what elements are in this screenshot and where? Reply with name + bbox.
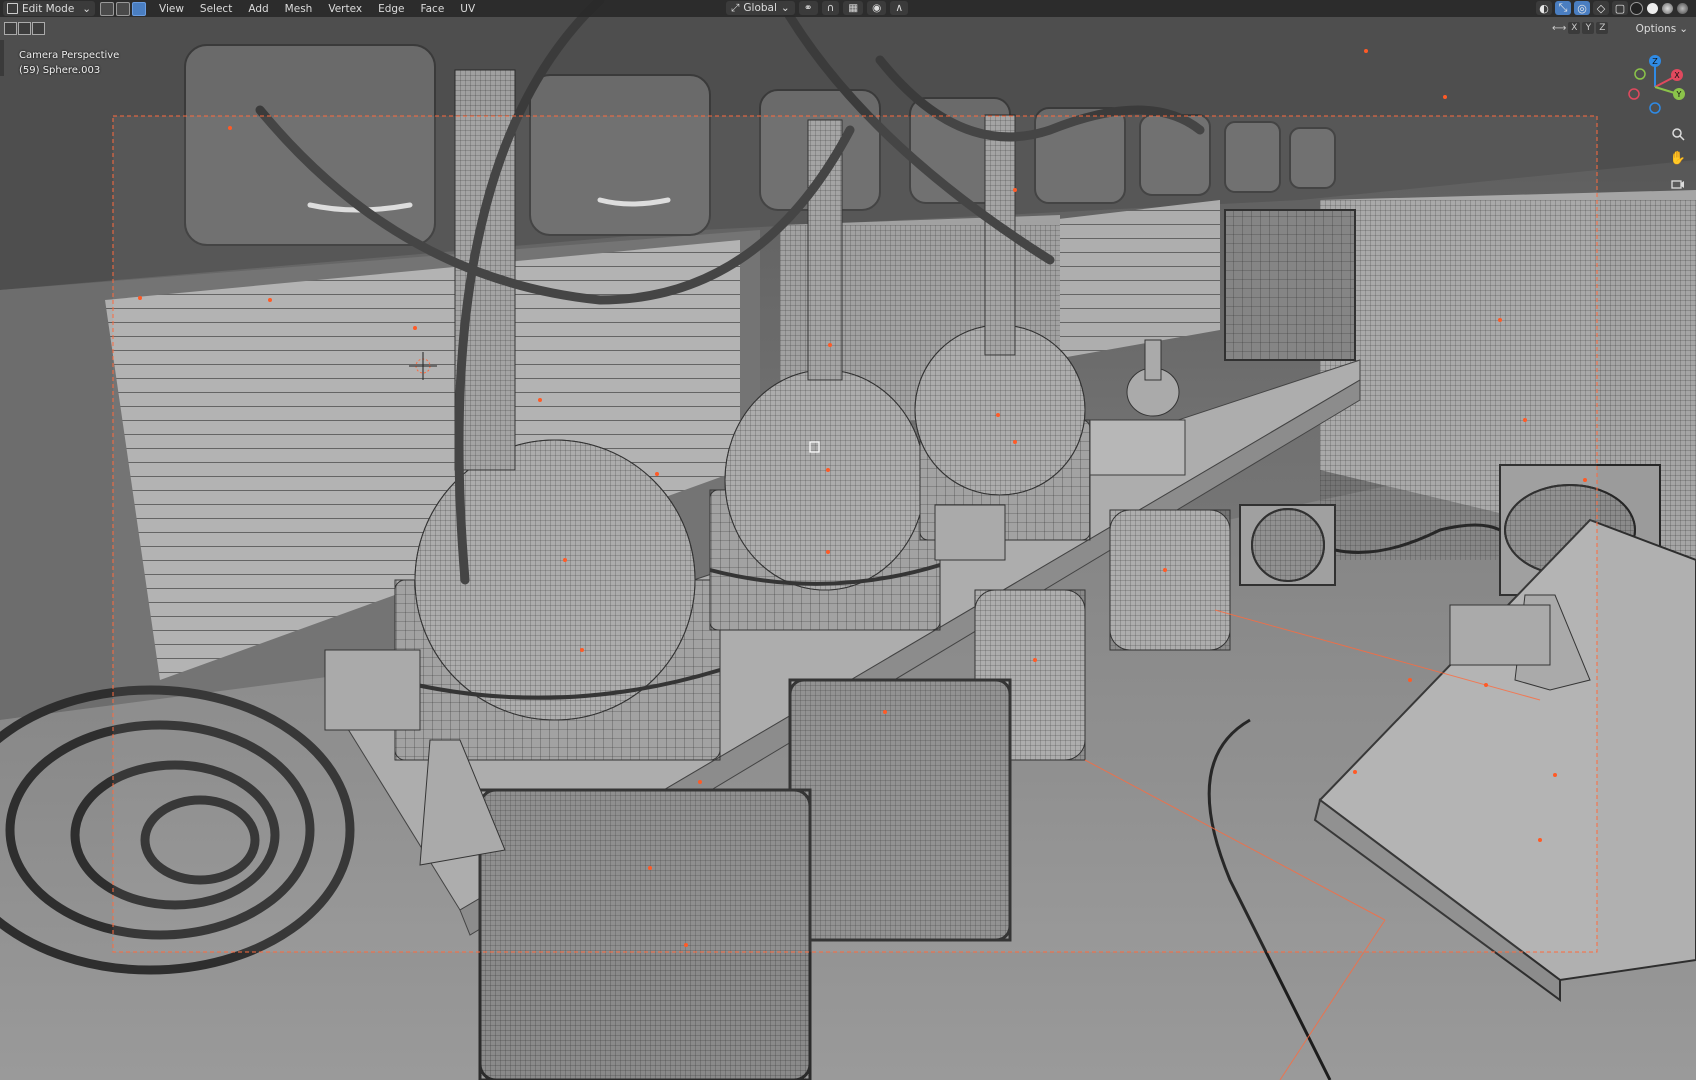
mesh-overlay-icon: ◇ bbox=[1596, 1, 1606, 15]
rendered-shading-icon[interactable] bbox=[1677, 2, 1688, 14]
viewport-info: Camera Perspective (59) Sphere.003 bbox=[19, 48, 119, 78]
3d-viewport[interactable]: Edit Mode ⌄ View Select Add Mesh Vertex … bbox=[0, 0, 1696, 1080]
pivot-icon: ⚭ bbox=[803, 2, 813, 14]
mirror-x-toggle[interactable]: X bbox=[1568, 22, 1581, 34]
eye-icon: ◐ bbox=[1539, 1, 1549, 15]
mode-selector[interactable]: Edit Mode ⌄ bbox=[3, 1, 95, 16]
falloff-select[interactable]: ∧ bbox=[890, 1, 908, 15]
select-subtract-icon[interactable] bbox=[32, 22, 45, 35]
gizmo-icon: ⤡ bbox=[1558, 1, 1568, 14]
mirror-icon: ⟷ bbox=[1552, 22, 1567, 34]
chevron-down-icon: ⌄ bbox=[780, 2, 790, 14]
gizmo-toggle[interactable]: ⤡ bbox=[1555, 1, 1571, 15]
wireframe-shading-icon[interactable] bbox=[1630, 1, 1643, 15]
view-name: Camera Perspective bbox=[19, 50, 120, 61]
xray-icon: ▢ bbox=[1614, 1, 1626, 15]
zoom-button[interactable] bbox=[1668, 124, 1688, 144]
transform-orientation-select[interactable]: ⤢ Global ⌄ bbox=[726, 1, 795, 15]
menu-edge[interactable]: Edge bbox=[370, 1, 412, 16]
options-menu[interactable]: Options ⌄ bbox=[1636, 22, 1688, 35]
neg-x-handle[interactable] bbox=[1628, 88, 1640, 100]
edit-mode-icon bbox=[7, 3, 18, 14]
x-axis-label: X bbox=[1674, 71, 1680, 80]
menu-mesh[interactable]: Mesh bbox=[277, 1, 321, 16]
chevron-down-icon: ⌄ bbox=[1679, 22, 1688, 35]
xray-toggle[interactable]: ▢ bbox=[1612, 1, 1628, 15]
camera-view-button[interactable] bbox=[1668, 174, 1688, 194]
edge-select-icon[interactable] bbox=[116, 1, 130, 16]
chevron-down-icon: ⌄ bbox=[82, 2, 91, 15]
face-select-icon[interactable] bbox=[132, 1, 146, 16]
menu-view[interactable]: View bbox=[151, 1, 192, 16]
snap-target-select[interactable]: ▦ bbox=[843, 1, 864, 15]
pivot-point-select[interactable]: ⚭ bbox=[798, 1, 818, 15]
vertex-select-icon[interactable] bbox=[100, 1, 114, 16]
proportional-icon: ◉ bbox=[872, 2, 882, 14]
solid-shading-icon[interactable] bbox=[1647, 2, 1658, 14]
menu-uv[interactable]: UV bbox=[452, 1, 483, 16]
z-axis-label: Z bbox=[1652, 57, 1658, 66]
material-shading-icon[interactable] bbox=[1662, 2, 1673, 14]
proportional-edit-toggle[interactable]: ◉ bbox=[867, 1, 887, 15]
y-axis-label: Y bbox=[1676, 90, 1682, 99]
select-extend-icon[interactable] bbox=[18, 22, 31, 35]
grid-snap-icon: ▦ bbox=[848, 2, 859, 14]
overlay-toggle[interactable]: ◎ bbox=[1574, 1, 1590, 15]
neg-y-handle[interactable] bbox=[1634, 68, 1646, 80]
orientation-icon: ⤢ bbox=[731, 1, 740, 14]
mesh-edit-overlay[interactable]: ◇ bbox=[1593, 1, 1609, 15]
falloff-curve-icon: ∧ bbox=[895, 2, 903, 14]
tool-header: ⟷ X Y Z Options ⌄ bbox=[0, 19, 1696, 35]
viewport-header: Edit Mode ⌄ View Select Add Mesh Vertex … bbox=[0, 0, 1696, 17]
camera-icon bbox=[1671, 180, 1684, 189]
overlay-icon: ◎ bbox=[1577, 1, 1587, 15]
active-object: (59) Sphere.003 bbox=[19, 65, 101, 76]
menu-add[interactable]: Add bbox=[240, 1, 276, 16]
orientation-label: Global bbox=[743, 2, 777, 14]
mirror-z-toggle[interactable]: Z bbox=[1596, 22, 1609, 34]
pan-button[interactable]: ✋ bbox=[1668, 148, 1688, 168]
toolbar-edge[interactable] bbox=[0, 40, 4, 76]
menu-select[interactable]: Select bbox=[192, 1, 240, 16]
scene-render bbox=[0, 0, 1696, 1080]
visibility-select[interactable]: ◐ bbox=[1536, 1, 1552, 15]
magnet-icon: ∩ bbox=[826, 2, 835, 14]
options-label: Options bbox=[1635, 22, 1677, 35]
snap-toggle[interactable]: ∩ bbox=[821, 1, 840, 15]
select-box-icon[interactable] bbox=[4, 22, 17, 35]
neg-z-handle[interactable] bbox=[1649, 102, 1661, 114]
mode-label: Edit Mode bbox=[22, 2, 75, 15]
zoom-icon bbox=[1672, 128, 1685, 141]
hand-pan-icon: ✋ bbox=[1669, 150, 1687, 166]
navigation-gizmo[interactable]: Z X Y bbox=[1620, 52, 1690, 122]
menu-face[interactable]: Face bbox=[413, 1, 453, 16]
menu-vertex[interactable]: Vertex bbox=[320, 1, 370, 16]
mirror-y-toggle[interactable]: Y bbox=[1582, 22, 1595, 34]
